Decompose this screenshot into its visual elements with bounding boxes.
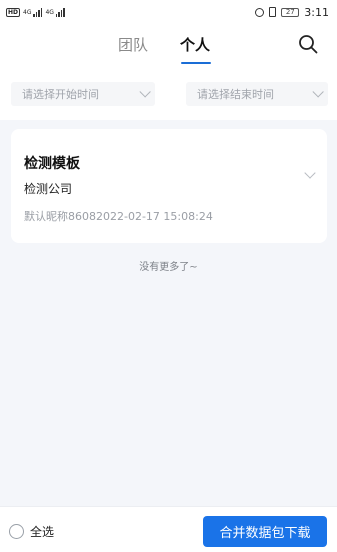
select-all-radio[interactable] bbox=[9, 524, 24, 539]
chevron-down-icon bbox=[139, 86, 151, 98]
chevron-down-icon[interactable] bbox=[304, 167, 316, 179]
status-bar: HD 4G 4G 27 3:11 bbox=[0, 0, 337, 24]
active-tab-indicator bbox=[181, 62, 211, 64]
chevron-down-icon bbox=[312, 86, 324, 98]
date-filter-bar: 请选择开始时间 请选择结束时间 bbox=[0, 68, 337, 120]
record-meta: 默认昵称86082022-02-17 15:08:24 bbox=[24, 210, 213, 223]
record-company: 检测公司 bbox=[24, 182, 73, 196]
record-card[interactable]: 检测模板 检测公司 默认昵称86082022-02-17 15:08:24 bbox=[11, 129, 327, 243]
search-icon[interactable] bbox=[296, 32, 320, 56]
tab-personal[interactable]: 个人 bbox=[180, 34, 210, 55]
top-navigation: 团队 个人 bbox=[0, 24, 337, 68]
clock: 3:11 bbox=[304, 5, 329, 19]
network-type-1: 4G bbox=[23, 8, 32, 16]
signal-icon bbox=[55, 7, 65, 17]
end-time-placeholder: 请选择结束时间 bbox=[197, 88, 274, 101]
start-time-placeholder: 请选择开始时间 bbox=[22, 88, 99, 101]
alarm-icon bbox=[255, 7, 265, 17]
network-type-2: 4G bbox=[45, 8, 54, 16]
battery-icon: 27 bbox=[281, 7, 300, 17]
signal-icon bbox=[33, 7, 43, 17]
select-all-label: 全选 bbox=[30, 525, 55, 539]
list-end-message: 没有更多了~ bbox=[139, 262, 198, 273]
start-time-picker[interactable]: 请选择开始时间 bbox=[11, 82, 155, 106]
end-time-picker[interactable]: 请选择结束时间 bbox=[186, 82, 328, 106]
record-title: 检测模板 bbox=[24, 156, 80, 172]
status-right: 27 3:11 bbox=[255, 6, 329, 19]
hd-badge: HD bbox=[6, 7, 21, 17]
vibrate-icon bbox=[269, 7, 277, 17]
merge-download-button[interactable]: 合并数据包下载 bbox=[203, 516, 327, 547]
select-all-toggle[interactable]: 全选 bbox=[9, 523, 54, 540]
status-left: HD 4G 4G bbox=[6, 7, 65, 17]
tab-team[interactable]: 团队 bbox=[118, 34, 148, 55]
bottom-action-bar: 全选 合并数据包下载 bbox=[0, 506, 337, 552]
